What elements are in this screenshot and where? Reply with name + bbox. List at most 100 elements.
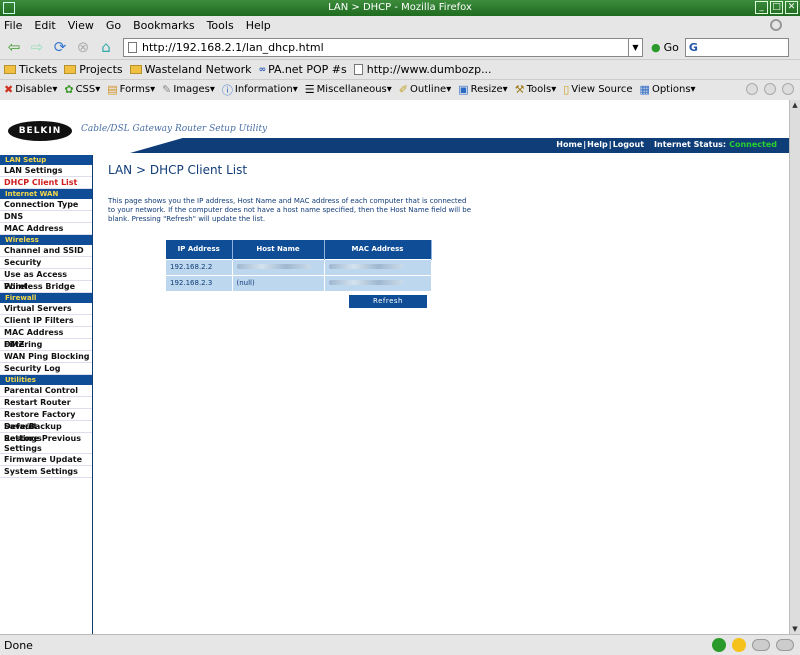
scroll-up-icon[interactable]: ▲ bbox=[790, 100, 800, 110]
menu-file[interactable]: File bbox=[4, 19, 22, 32]
sidebar-section-wireless: Wireless bbox=[0, 235, 92, 245]
bookmark-wasteland[interactable]: Wasteland Network bbox=[129, 63, 252, 76]
connection-status-icon[interactable] bbox=[712, 638, 726, 652]
menu-edit[interactable]: Edit bbox=[34, 19, 55, 32]
help-link[interactable]: Help bbox=[587, 140, 608, 149]
sidebar-item-system-settings[interactable]: System Settings bbox=[0, 466, 92, 478]
header-links: Home | Help | Logout Internet Status: Conn… bbox=[556, 140, 777, 149]
tools-icon: ⚒ bbox=[514, 83, 525, 96]
sidebar-item-security-log[interactable]: Security Log bbox=[0, 363, 92, 375]
sidebar-item-restore-previous[interactable]: Restore Previous Settings bbox=[0, 433, 92, 454]
home-icon[interactable]: ⌂ bbox=[96, 37, 116, 57]
dev-resize[interactable]: ▣ Resize▾ bbox=[458, 83, 507, 96]
maximize-icon[interactable]: □ bbox=[770, 1, 783, 14]
dev-information[interactable]: ⓘ Information▾ bbox=[222, 82, 298, 98]
status-icon-2[interactable] bbox=[764, 83, 776, 95]
dev-label: Forms▾ bbox=[119, 84, 156, 95]
weather-sun-icon[interactable] bbox=[732, 638, 746, 652]
throbber-icon bbox=[770, 19, 782, 31]
status-icon-1[interactable] bbox=[746, 83, 758, 95]
sidebar-item-wireless-bridge[interactable]: Wireless Bridge bbox=[0, 281, 92, 293]
menu-help[interactable]: Help bbox=[246, 19, 271, 32]
dev-css[interactable]: ✿ CSS▾ bbox=[64, 83, 100, 96]
dev-outline[interactable]: ✐ Outline▾ bbox=[399, 83, 451, 96]
dev-label: Options▾ bbox=[651, 84, 696, 95]
column-header-mac: MAC Address bbox=[324, 240, 432, 259]
dev-images[interactable]: ✎ Images▾ bbox=[162, 83, 215, 96]
sidebar-item-security[interactable]: Security bbox=[0, 257, 92, 269]
sidebar-item-parental-control[interactable]: Parental Control bbox=[0, 385, 92, 397]
reload-icon[interactable]: ⟳ bbox=[50, 37, 70, 57]
url-dropdown-icon[interactable]: ▼ bbox=[628, 38, 642, 56]
dev-label: CSS▾ bbox=[75, 84, 101, 95]
go-button[interactable]: ● Go bbox=[651, 41, 679, 54]
status-bar: Done bbox=[0, 634, 800, 655]
bookmark-label: Wasteland Network bbox=[144, 63, 252, 76]
dev-tools[interactable]: ⚒ Tools▾ bbox=[515, 83, 557, 96]
dhcp-client-table: IP Address Host Name MAC Address 192.168… bbox=[166, 240, 432, 291]
bookmark-dumbozp[interactable]: http://www.dumbozp... bbox=[353, 63, 492, 76]
dev-label: Miscellaneous▾ bbox=[316, 84, 392, 95]
sidebar-item-restore-factory[interactable]: Restore Factory Default bbox=[0, 409, 92, 431]
status-icon-3[interactable] bbox=[782, 83, 794, 95]
sidebar-item-virtual-servers[interactable]: Virtual Servers bbox=[0, 303, 92, 315]
weather-cloud-icon[interactable] bbox=[776, 639, 794, 651]
bookmark-pa-net[interactable]: ∞ PA.net POP #s bbox=[259, 63, 347, 76]
dev-forms[interactable]: ▤ Forms▾ bbox=[107, 83, 155, 96]
dev-label: Tools▾ bbox=[526, 84, 557, 95]
dev-options[interactable]: ▦ Options▾ bbox=[640, 83, 696, 96]
sidebar-item-wan-ping-blocking[interactable]: WAN Ping Blocking bbox=[0, 351, 92, 363]
logout-link[interactable]: Logout bbox=[613, 140, 644, 149]
refresh-button[interactable]: Refresh bbox=[349, 295, 427, 308]
sidebar-section-utilities: Utilities bbox=[0, 375, 92, 385]
sidebar-item-mac-address[interactable]: MAC Address bbox=[0, 223, 92, 235]
search-input[interactable]: G bbox=[684, 37, 789, 57]
dev-miscellaneous[interactable]: ☰ Miscellaneous▾ bbox=[305, 83, 392, 96]
sidebar-item-client-ip-filters[interactable]: Client IP Filters bbox=[0, 315, 92, 327]
menu-view[interactable]: View bbox=[68, 19, 94, 32]
close-icon[interactable]: ✕ bbox=[785, 1, 798, 14]
folder-icon bbox=[64, 65, 77, 74]
forward-arrow-icon[interactable]: ⇨ bbox=[27, 37, 47, 57]
sidebar-item-restart-router[interactable]: Restart Router bbox=[0, 397, 92, 409]
minimize-icon[interactable]: _ bbox=[755, 1, 768, 14]
sidebar-item-lan-settings[interactable]: LAN Settings bbox=[0, 165, 92, 177]
sidebar-item-mac-filtering[interactable]: MAC Address Filtering bbox=[0, 327, 92, 349]
menu-bookmarks[interactable]: Bookmarks bbox=[133, 19, 194, 32]
folder-icon bbox=[4, 65, 16, 74]
sidebar-item-access-point[interactable]: Use as Access Point bbox=[0, 269, 92, 291]
url-text[interactable]: http://192.168.2.1/lan_dhcp.html bbox=[142, 41, 324, 54]
menu-go[interactable]: Go bbox=[106, 19, 121, 32]
main-content: LAN > DHCP Client List This page shows y… bbox=[108, 163, 768, 308]
sidebar-item-dhcp-client-list[interactable]: DHCP Client List bbox=[0, 177, 92, 189]
back-arrow-icon[interactable]: ⇦ bbox=[4, 37, 24, 57]
home-link[interactable]: Home bbox=[556, 140, 582, 149]
internet-status-label: Internet Status: bbox=[654, 140, 727, 149]
sidebar-item-connection-type[interactable]: Connection Type bbox=[0, 199, 92, 211]
scroll-down-icon[interactable]: ▼ bbox=[790, 624, 800, 634]
menu-tools[interactable]: Tools bbox=[207, 19, 234, 32]
bookmark-projects[interactable]: Projects bbox=[64, 63, 123, 76]
bookmark-tickets[interactable]: Tickets bbox=[4, 63, 57, 76]
window-menu-icon[interactable] bbox=[3, 2, 15, 14]
sidebar-item-save-backup[interactable]: Save/Backup Settings bbox=[0, 421, 92, 443]
options-icon: ▦ bbox=[639, 83, 650, 96]
url-bar[interactable]: http://192.168.2.1/lan_dhcp.html ▼ bbox=[123, 37, 643, 57]
redacted-mac-address bbox=[328, 264, 403, 269]
window-title: LAN > DHCP - Mozilla Firefox bbox=[328, 2, 472, 13]
sidebar-section-internet-wan: Internet WAN bbox=[0, 189, 92, 199]
cell-host bbox=[232, 258, 325, 275]
stop-icon[interactable]: ⊗ bbox=[73, 37, 93, 57]
sidebar-item-channel-ssid[interactable]: Channel and SSID bbox=[0, 245, 92, 257]
sidebar-item-dmz[interactable]: DMZ bbox=[0, 339, 92, 351]
sidebar-item-dns[interactable]: DNS bbox=[0, 211, 92, 223]
page-icon bbox=[128, 41, 137, 53]
search-engine-icon: G bbox=[688, 40, 698, 54]
vertical-scrollbar[interactable]: ▲ ▼ bbox=[789, 100, 800, 634]
weather-cloud-icon[interactable] bbox=[752, 639, 770, 651]
sidebar-item-firmware-update[interactable]: Firmware Update bbox=[0, 454, 92, 466]
dev-view-source[interactable]: ▯ View Source bbox=[563, 83, 632, 96]
dev-disable[interactable]: ✖ Disable▾ bbox=[4, 83, 57, 96]
outline-icon: ✐ bbox=[398, 83, 409, 96]
dev-label: Disable▾ bbox=[15, 84, 58, 95]
